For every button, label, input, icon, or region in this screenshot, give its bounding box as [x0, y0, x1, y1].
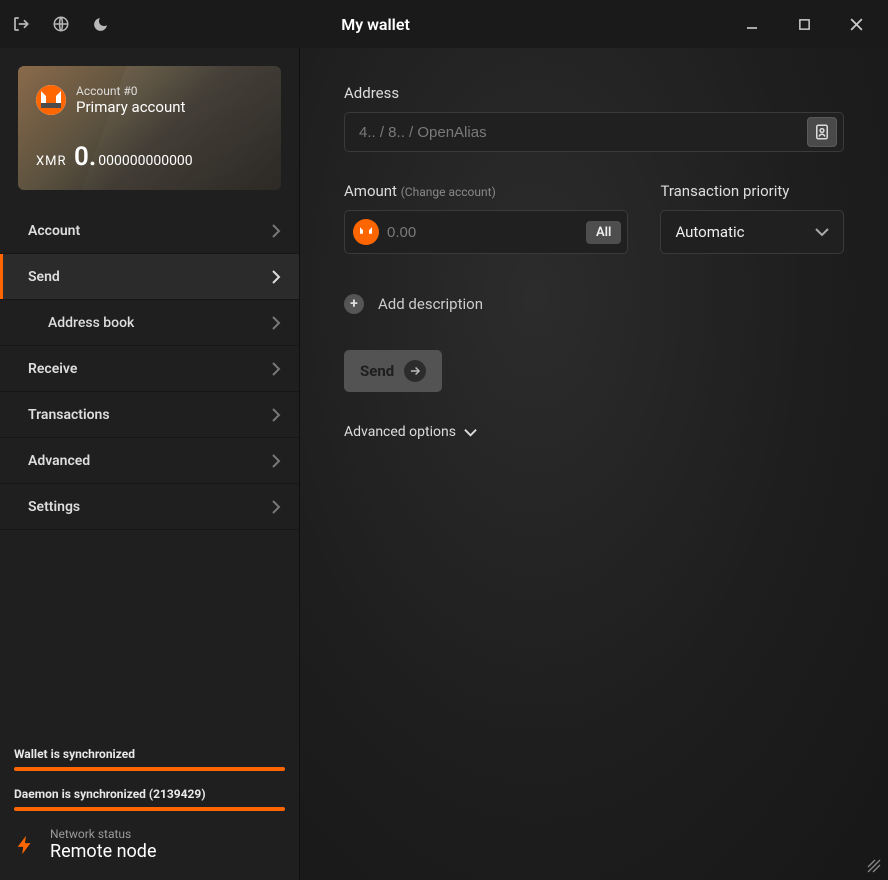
titlebar: My wallet [0, 0, 888, 48]
account-card[interactable]: Account #0 Primary account XMR 0.0000000… [18, 66, 281, 190]
chevron-right-icon [271, 270, 281, 284]
amount-input[interactable] [387, 224, 586, 241]
send-button[interactable]: Send [344, 350, 442, 392]
chevron-right-icon [271, 408, 281, 422]
priority-label: Transaction priority [660, 182, 844, 200]
resize-grip-icon[interactable] [866, 858, 882, 874]
close-button[interactable] [836, 4, 876, 44]
daemon-sync-bar [14, 807, 285, 811]
sidebar: Account #0 Primary account XMR 0.0000000… [0, 48, 300, 880]
nav-send[interactable]: Send [0, 254, 299, 300]
nav-label: Account [28, 223, 80, 239]
send-button-label: Send [360, 362, 394, 380]
amount-label-text: Amount [344, 182, 397, 200]
wallet-sync-label: Wallet is synchronized [14, 747, 285, 761]
priority-select[interactable]: Automatic [660, 210, 844, 254]
advanced-options-toggle[interactable]: Advanced options [344, 424, 844, 440]
nav-advanced[interactable]: Advanced [0, 438, 299, 484]
nav-label: Transactions [28, 407, 110, 423]
nav-label: Send [28, 269, 60, 285]
address-input[interactable] [359, 124, 807, 141]
nav-address-book[interactable]: Address book [0, 300, 299, 346]
monero-icon [353, 219, 379, 245]
nav-label: Settings [28, 499, 80, 515]
amount-all-button[interactable]: All [586, 221, 621, 244]
amount-label: Amount (Change account) [344, 182, 628, 200]
amount-input-wrap: All [344, 210, 628, 254]
priority-value: Automatic [675, 223, 815, 241]
network-status[interactable]: Network status Remote node [14, 827, 285, 862]
chevron-down-icon [464, 428, 477, 437]
nav-label: Advanced [28, 453, 90, 469]
nav-label: Receive [28, 361, 77, 377]
address-label: Address [344, 84, 844, 102]
network-status-label: Network status [50, 827, 157, 841]
arrow-right-icon [404, 360, 426, 382]
add-description-label: Add description [378, 295, 483, 313]
advanced-options-label: Advanced options [344, 424, 456, 440]
nav-settings[interactable]: Settings [0, 484, 299, 530]
plus-icon: + [344, 294, 364, 314]
nav-label: Address book [48, 315, 134, 331]
minimize-button[interactable] [732, 4, 772, 44]
balance-frac: 000000000000 [98, 153, 192, 169]
chevron-right-icon [271, 454, 281, 468]
chevron-right-icon [271, 316, 281, 330]
wallet-sync-bar [14, 767, 285, 771]
nav-account[interactable]: Account [0, 208, 299, 254]
lightning-icon [14, 830, 36, 860]
balance: XMR 0.000000000000 [36, 142, 263, 172]
currency-label: XMR [36, 154, 67, 169]
daemon-sync-label: Daemon is synchronized (2139429) [14, 787, 285, 801]
chevron-down-icon [815, 227, 829, 237]
window-controls [732, 4, 876, 44]
account-name: Primary account [76, 98, 185, 116]
nav: Account Send Address book Receive [0, 208, 299, 530]
nav-receive[interactable]: Receive [0, 346, 299, 392]
window-title: My wallet [19, 15, 732, 34]
chevron-right-icon [271, 224, 281, 238]
nav-transactions[interactable]: Transactions [0, 392, 299, 438]
sidebar-status: Wallet is synchronized Daemon is synchro… [0, 735, 299, 880]
monero-logo-icon [36, 85, 66, 115]
network-status-value: Remote node [50, 841, 157, 862]
chevron-right-icon [271, 500, 281, 514]
address-book-button[interactable] [807, 117, 837, 147]
maximize-button[interactable] [784, 4, 824, 44]
change-account-link[interactable]: (Change account) [401, 185, 496, 199]
balance-int: 0. [74, 142, 96, 172]
main-panel: Address Amount (Change account) All [300, 48, 888, 880]
account-subtitle: Account #0 [76, 84, 185, 98]
address-input-wrap [344, 112, 844, 152]
chevron-right-icon [271, 362, 281, 376]
add-description-button[interactable]: + Add description [344, 294, 844, 314]
